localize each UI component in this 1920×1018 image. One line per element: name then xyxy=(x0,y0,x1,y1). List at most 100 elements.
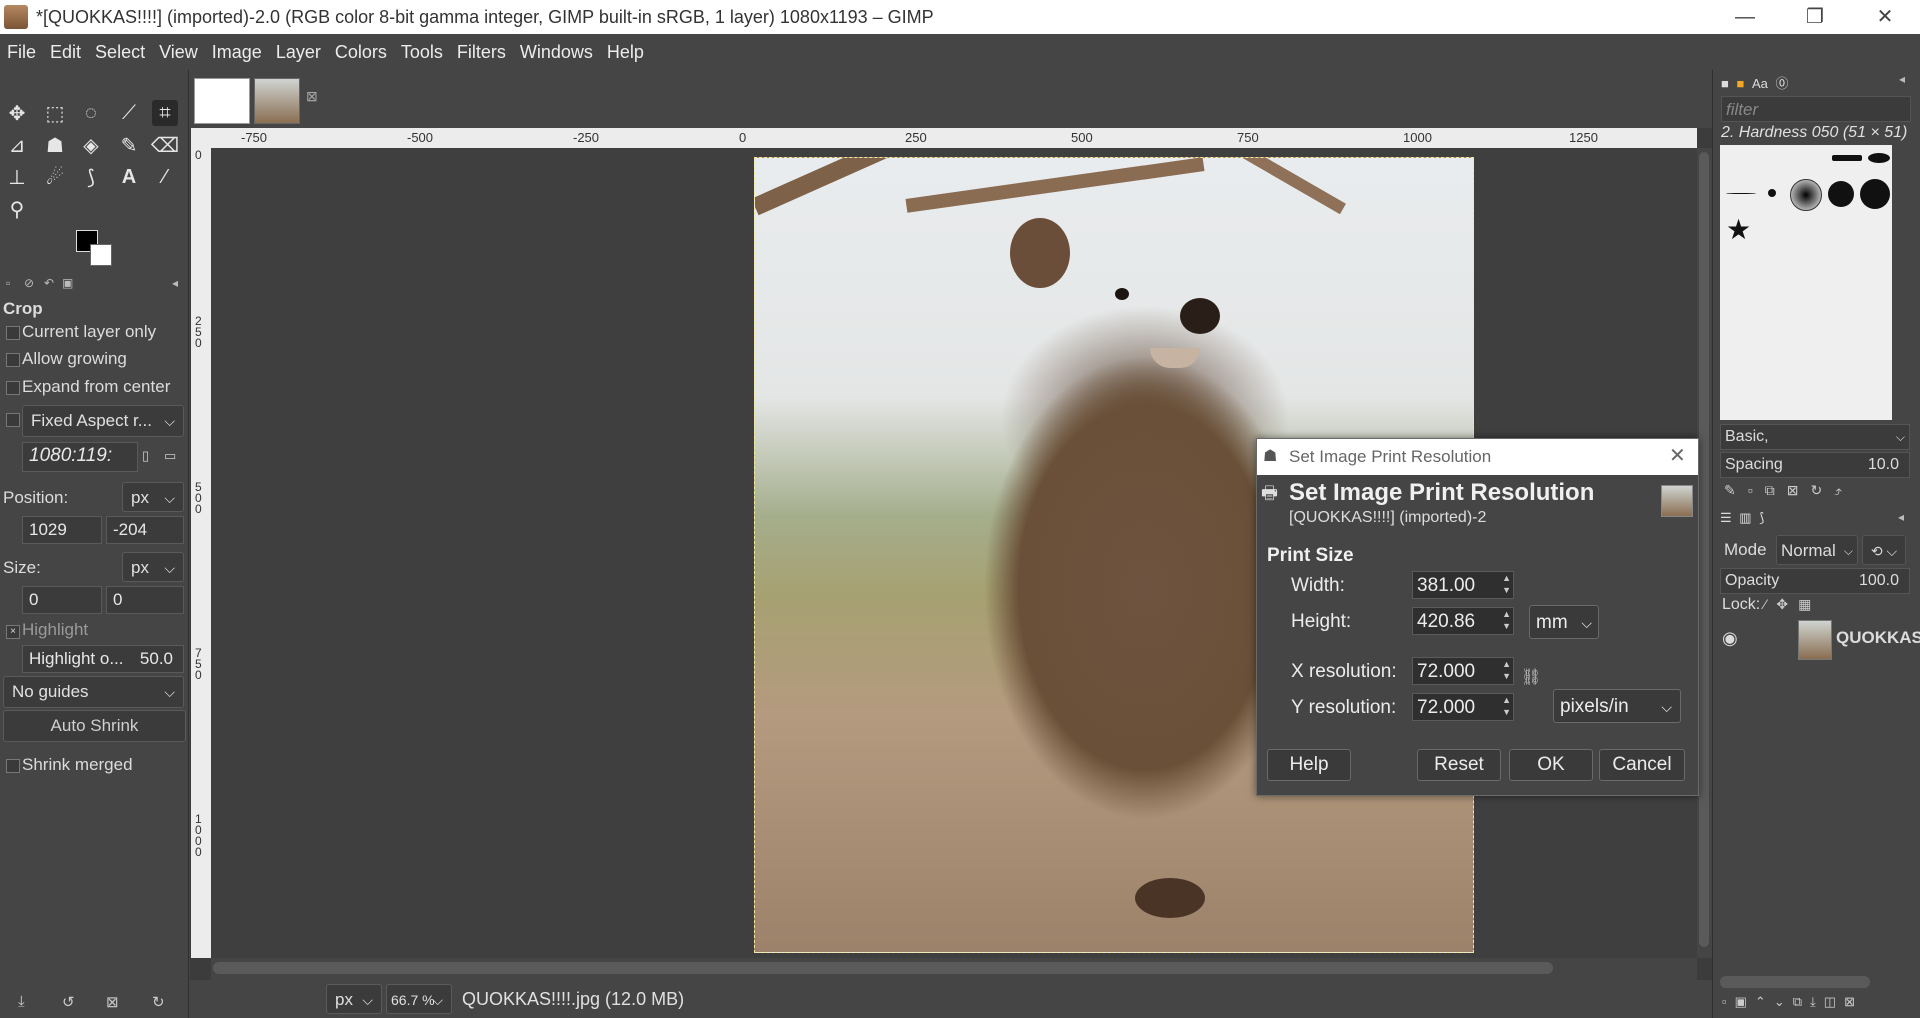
fonts-tab-icon[interactable]: Aa xyxy=(1752,76,1768,91)
dialog-close-button[interactable]: ✕ xyxy=(1669,443,1686,468)
allow-growing-checkbox[interactable] xyxy=(6,353,20,367)
merge-layer-icon[interactable]: ⤓ xyxy=(1810,994,1824,1009)
spin-arrows-icon[interactable]: ▲ ▼ xyxy=(1502,658,1511,682)
brush-item[interactable] xyxy=(1726,193,1756,194)
restore-button[interactable]: ❐ xyxy=(1780,0,1850,34)
shrink-merged-checkbox[interactable] xyxy=(6,759,20,773)
menu-file[interactable]: File xyxy=(0,34,43,70)
brush-set-dropdown[interactable]: Basic, ⌵ xyxy=(1720,424,1910,450)
duplicate-brush-icon[interactable]: ⧉ xyxy=(1765,482,1787,498)
menu-filters[interactable]: Filters xyxy=(450,34,513,70)
position-y-input[interactable]: -204 xyxy=(106,516,184,544)
chain-link-icon[interactable]: ⛓ xyxy=(1521,667,1541,687)
cancel-button[interactable]: Cancel xyxy=(1599,749,1685,781)
aspect-ratio-input[interactable]: 1080:119: xyxy=(22,442,138,472)
spin-arrows-icon[interactable]: ▲ ▼ xyxy=(1502,694,1511,718)
expand-from-center-checkbox[interactable] xyxy=(6,381,20,395)
undo-history-tab-icon[interactable]: ↶ xyxy=(44,276,54,290)
new-group-icon[interactable]: ▣ xyxy=(1735,994,1755,1009)
brush-item[interactable] xyxy=(1832,155,1862,161)
brush-item[interactable] xyxy=(1868,153,1890,163)
brushes-tab-icon[interactable]: ■ xyxy=(1721,76,1729,91)
spin-arrows-icon[interactable]: ▲ ▼ xyxy=(1502,572,1511,596)
fixed-aspect-checkbox[interactable] xyxy=(6,413,20,427)
panel-menu-icon[interactable]: ◂ xyxy=(1899,72,1905,86)
menu-help[interactable]: Help xyxy=(600,34,651,70)
landscape-icon[interactable]: ▭ xyxy=(164,448,176,464)
bucket-fill-tool-icon[interactable]: ◈ xyxy=(78,132,104,158)
lock-position-icon[interactable]: ✥ xyxy=(1776,596,1798,612)
move-tool-icon[interactable]: ✥ xyxy=(4,100,30,126)
position-x-input[interactable]: 1029 xyxy=(22,516,102,544)
brush-filter-input[interactable]: filter xyxy=(1721,96,1911,122)
current-layer-only-checkbox[interactable] xyxy=(6,326,20,340)
scrollbar-thumb[interactable] xyxy=(213,962,1553,974)
zoom-dropdown[interactable]: 66.7 % ⌵ xyxy=(386,984,452,1014)
raise-layer-icon[interactable]: ⌃ xyxy=(1755,994,1774,1009)
save-options-icon[interactable]: ⤓ xyxy=(18,993,25,1010)
brush-grid[interactable]: ★ xyxy=(1720,145,1892,420)
refresh-brushes-icon[interactable]: ↻ xyxy=(1810,482,1834,498)
help-tab-icon[interactable]: ⓪ xyxy=(1776,76,1789,91)
portrait-icon[interactable]: ▯ xyxy=(142,448,149,464)
device-status-tab-icon[interactable]: ⊘ xyxy=(24,276,34,290)
lower-layer-icon[interactable]: ⌄ xyxy=(1774,994,1793,1009)
color-picker-tool-icon[interactable]: ⁄ xyxy=(152,164,178,190)
transform-tool-icon[interactable]: ⊿ xyxy=(4,132,30,158)
size-unit-dropdown[interactable]: px ⌵ xyxy=(122,552,184,582)
image-tab-blank[interactable] xyxy=(194,78,250,124)
lasso-tool-icon[interactable]: ◌ xyxy=(78,100,104,126)
width-input[interactable]: 381.00 ▲ ▼ xyxy=(1412,571,1514,599)
mask-layer-icon[interactable]: ◫ xyxy=(1824,994,1844,1009)
close-tab-icon[interactable]: ⊠ xyxy=(306,88,318,105)
crop-tool-icon[interactable]: ⌗ xyxy=(152,100,178,126)
eraser-tool-icon[interactable]: ⌫ xyxy=(151,132,179,158)
menu-image[interactable]: Image xyxy=(205,34,269,70)
layer-mode-dropdown[interactable]: Normal ⌵ xyxy=(1776,535,1858,565)
highlight-opacity-slider[interactable]: Highlight o... 50.0 xyxy=(22,645,184,673)
clone-tool-icon[interactable]: ⊥ xyxy=(4,164,30,190)
auto-shrink-button[interactable]: Auto Shrink xyxy=(3,710,186,742)
new-brush-icon[interactable]: ▫ xyxy=(1748,482,1765,498)
duplicate-layer-icon[interactable]: ⧉ xyxy=(1793,994,1810,1009)
scrollbar-thumb[interactable] xyxy=(1699,152,1709,947)
horizontal-scrollbar[interactable] xyxy=(211,958,1697,980)
brush-item[interactable] xyxy=(1768,189,1776,197)
horizontal-ruler[interactable]: -750 -500 -250 0 250 500 750 1000 1250 xyxy=(211,128,1697,148)
lock-pixels-icon[interactable]: ⁄ xyxy=(1764,596,1776,612)
minimize-button[interactable]: — xyxy=(1710,0,1780,34)
rect-select-tool-icon[interactable]: ⬚ xyxy=(42,100,68,126)
menu-tools[interactable]: Tools xyxy=(394,34,450,70)
spin-arrows-icon[interactable]: ▲ ▼ xyxy=(1502,608,1511,632)
paths-tab-icon[interactable]: ⟆ xyxy=(1759,510,1764,525)
unit-dropdown[interactable]: px ⌵ xyxy=(326,984,382,1014)
open-brush-icon[interactable]: ⤴ xyxy=(1834,482,1854,498)
help-button[interactable]: Help xyxy=(1267,749,1351,781)
menu-windows[interactable]: Windows xyxy=(513,34,600,70)
resolution-unit-dropdown[interactable]: pixels/in ⌵ xyxy=(1553,689,1681,723)
menu-colors[interactable]: Colors xyxy=(328,34,394,70)
panel-menu-icon[interactable]: ◂ xyxy=(172,276,178,290)
ok-button[interactable]: OK xyxy=(1509,749,1593,781)
panel-menu-icon[interactable]: ◂ xyxy=(1898,510,1904,524)
delete-layer-icon[interactable]: ⊠ xyxy=(1844,994,1863,1009)
vertical-ruler[interactable]: 0 250 500 750 1000 xyxy=(191,148,211,958)
reset-button[interactable]: Reset xyxy=(1417,749,1501,781)
smudge-tool-icon[interactable]: ☄ xyxy=(42,164,68,190)
opacity-slider[interactable]: Opacity 100.0 xyxy=(1720,568,1910,594)
size-unit-dropdown[interactable]: mm ⌵ xyxy=(1529,605,1599,639)
restore-options-icon[interactable]: ↺ xyxy=(62,993,75,1011)
patterns-tab-icon[interactable]: ■ xyxy=(1736,76,1744,91)
spacing-slider[interactable]: Spacing 10.0 xyxy=(1720,452,1910,478)
menu-layer[interactable]: Layer xyxy=(269,34,328,70)
paths-tool-icon[interactable]: ⟆ xyxy=(78,164,104,190)
warp-tool-icon[interactable]: ☗ xyxy=(42,132,68,158)
lock-alpha-icon[interactable]: ▦ xyxy=(1798,596,1821,612)
image-tab-quokka[interactable] xyxy=(254,78,300,124)
brush-item[interactable] xyxy=(1828,181,1854,207)
x-resolution-input[interactable]: 72.000 ▲ ▼ xyxy=(1412,657,1514,685)
layers-scrollbar[interactable] xyxy=(1720,976,1870,988)
close-window-button[interactable]: ✕ xyxy=(1850,0,1920,34)
tool-options-tab-icon[interactable]: ▫ xyxy=(6,276,10,290)
y-resolution-input[interactable]: 72.000 ▲ ▼ xyxy=(1412,693,1514,721)
